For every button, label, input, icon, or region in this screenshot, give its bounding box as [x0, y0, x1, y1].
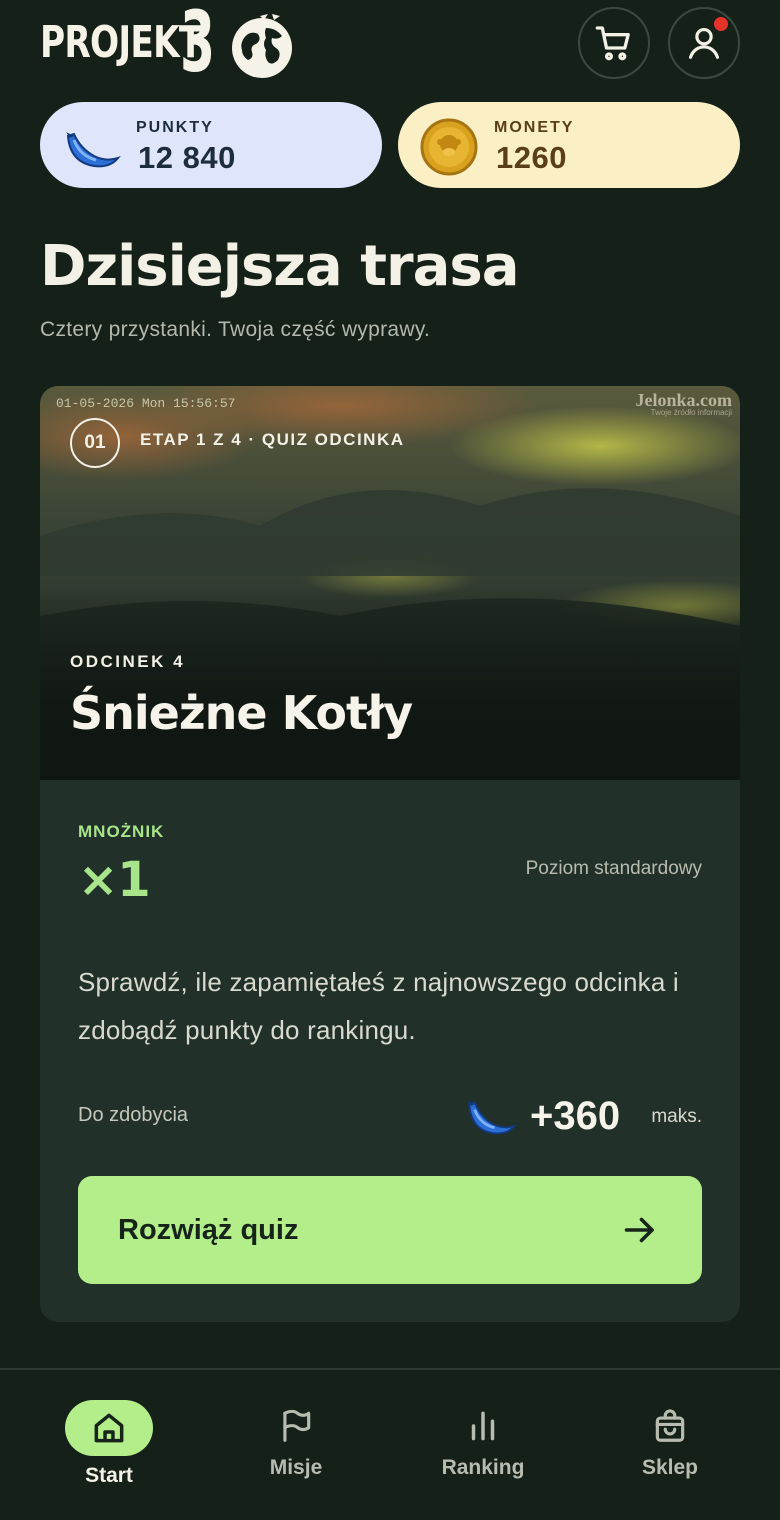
bottom-navigation: Start Misje Ranking Sklep	[0, 1368, 780, 1520]
cart-button[interactable]	[578, 7, 650, 79]
nav-icon-container	[65, 1400, 153, 1456]
episode-label: ODCINEK 4	[70, 652, 186, 671]
solve-quiz-button[interactable]: Rozwiąż quiz	[78, 1176, 702, 1284]
points-pill[interactable]: PUNKTY 12 840	[40, 102, 382, 188]
nav-label-start: Start	[85, 1464, 133, 1487]
home-icon	[94, 1413, 124, 1443]
reward-suffix: maks.	[651, 1106, 702, 1127]
reward-label: Do zdobycia	[78, 1104, 189, 1126]
episode-hero-image: 01-05-2026 Mon 15:56:57 Jelonka.com Twoj…	[40, 386, 740, 780]
nav-icon-container	[626, 1398, 714, 1454]
multiplier-label: MNOŻNIK	[78, 822, 165, 841]
globe-icon	[232, 14, 292, 78]
coins-label: MONETY	[494, 119, 575, 136]
section-subtitle: Cztery przystanki. Twoja część wyprawy.	[40, 318, 431, 341]
shopping-bag-icon	[655, 1409, 685, 1442]
logo-number: 3	[180, 0, 216, 91]
nav-item-sklep[interactable]: Sklep	[575, 1370, 765, 1520]
points-value: 12 840	[138, 140, 236, 175]
nav-item-misje[interactable]: Misje	[201, 1370, 391, 1520]
difficulty-level: Poziom standardowy	[525, 858, 702, 879]
banana-icon	[467, 1100, 518, 1135]
watermark: Jelonka.com Twoje źródło informacji	[636, 390, 733, 417]
bar-chart-icon	[471, 1411, 495, 1441]
app-logo[interactable]: PROJEKT 3	[40, 0, 292, 91]
multiplier-value: ×1	[78, 852, 151, 908]
episode-title: Śnieżne Kotły	[70, 686, 413, 740]
nav-item-start[interactable]: Start	[14, 1370, 204, 1520]
coins-pill[interactable]: MONETY 1260	[398, 102, 740, 188]
stage-card: 01-05-2026 Mon 15:56:57 Jelonka.com Twoj…	[40, 386, 740, 1322]
app-header: PROJEKT 3	[0, 0, 780, 96]
banana-icon	[66, 132, 121, 168]
logo-text: PROJEKT	[40, 17, 202, 68]
reward-value: +360	[530, 1094, 621, 1138]
nav-label-misje: Misje	[269, 1456, 323, 1479]
nav-icon-container	[439, 1398, 527, 1454]
solve-quiz-label: Rozwiąż quiz	[118, 1214, 299, 1246]
flag-icon	[283, 1409, 311, 1442]
points-label: PUNKTY	[136, 119, 214, 136]
nav-label-sklep: Sklep	[641, 1456, 699, 1479]
nav-icon-container	[252, 1398, 340, 1454]
coins-value: 1260	[496, 140, 567, 175]
notification-dot	[714, 17, 728, 31]
user-button[interactable]	[668, 7, 740, 79]
nav-item-ranking[interactable]: Ranking	[388, 1370, 578, 1520]
coin-icon	[420, 118, 478, 176]
arrow-right-icon	[624, 1217, 654, 1243]
stage-description: Sprawdź, ile zapamiętałeś z najnowszego …	[78, 967, 679, 1045]
stage-label: ETAP 1 Z 4 · QUIZ ODCINKA	[140, 430, 405, 449]
nav-label-ranking: Ranking	[441, 1456, 525, 1479]
cart-icon	[595, 26, 630, 61]
section-title: Dzisiejsza trasa	[40, 234, 519, 299]
stage-number-badge: 01	[70, 418, 120, 468]
camera-timestamp: 01-05-2026 Mon 15:56:57	[56, 396, 236, 411]
